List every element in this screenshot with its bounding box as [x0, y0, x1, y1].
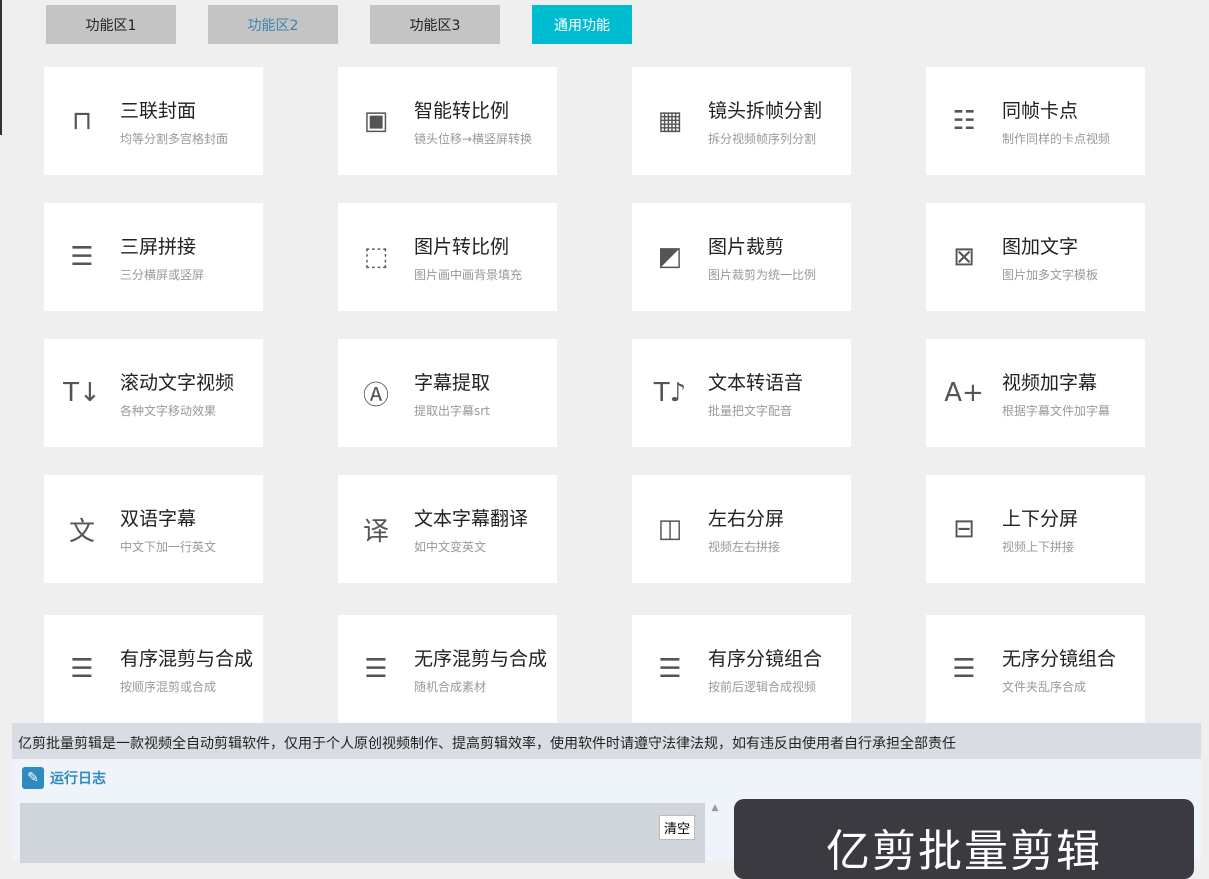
feature-subtitle: 图片加多文字模板 — [1002, 267, 1099, 282]
feature-subtitle: 各种文字移动效果 — [120, 403, 217, 418]
image-ratio-icon: ⬚ — [363, 242, 389, 272]
feature-card[interactable]: ◩ 图片裁剪 图片裁剪为统一比例 — [632, 203, 851, 311]
feature-card[interactable]: ☰ 三屏拼接 三分横屏或竖屏 — [44, 203, 263, 311]
split-tb-icon: ⊟ — [953, 514, 975, 544]
tab-area-1[interactable]: 功能区1 — [46, 5, 176, 44]
feature-subtitle: 视频上下拼接 — [1002, 539, 1075, 554]
window-edge — [0, 0, 2, 135]
feature-subtitle: 拆分视频帧序列分割 — [708, 131, 817, 146]
bilingual-icon: 文 — [68, 516, 95, 547]
subtitle-extract-icon: Ⓐ — [362, 380, 389, 411]
tab-general[interactable]: 通用功能 — [532, 5, 632, 44]
feature-title: 三屏拼接 — [120, 235, 197, 258]
clear-log-button[interactable]: 清空 — [658, 815, 695, 840]
frame-beat-icon: ☷ — [952, 106, 976, 136]
log-textarea[interactable]: 清空 — [20, 803, 705, 863]
three-screen-icon: ☰ — [70, 242, 94, 272]
feature-grid: ⊓ 三联封面 均等分割多宫格封面 ▣ 智能转比例 镜头位移→横竖屏转换 ▦ 镜头拆帧… — [44, 67, 1145, 723]
feature-title: 无序分镜组合 — [1002, 647, 1117, 670]
ordered-list-icon: ☰ — [70, 654, 94, 684]
feature-title: 有序混剪与合成 — [120, 647, 254, 670]
unordered-list-icon: ☰ — [952, 654, 976, 684]
feature-subtitle: 批量把文字配音 — [708, 403, 793, 418]
feature-subtitle: 三分横屏或竖屏 — [120, 267, 205, 282]
add-subtitle-icon: A+ — [944, 378, 984, 408]
brand-banner: 亿剪批量剪辑 — [734, 799, 1194, 879]
feature-title: 字幕提取 — [414, 371, 491, 394]
feature-card[interactable]: ☰ 无序混剪与合成 随机合成素材 — [338, 615, 557, 723]
feature-title: 图片裁剪 — [708, 235, 785, 258]
log-scrollbar[interactable]: ▲ — [709, 803, 721, 863]
log-title: 运行日志 — [50, 771, 106, 787]
feature-subtitle: 图片画中画背景填充 — [414, 267, 523, 282]
feature-subtitle: 镜头位移→横竖屏转换 — [414, 131, 533, 146]
feature-subtitle: 视频左右拼接 — [708, 539, 781, 554]
feature-title: 同帧卡点 — [1002, 99, 1079, 122]
feature-card[interactable]: ▦ 镜头拆帧分割 拆分视频帧序列分割 — [632, 67, 851, 175]
unordered-list-icon: ☰ — [364, 654, 388, 684]
feature-subtitle: 制作同样的卡点视频 — [1002, 131, 1111, 146]
feature-title: 文本转语音 — [708, 371, 804, 394]
feature-title: 图加文字 — [1002, 235, 1079, 258]
feature-subtitle: 如中文变英文 — [414, 539, 487, 554]
feature-title: 上下分屏 — [1002, 507, 1079, 530]
log-header: ✎ 运行日志 — [22, 767, 106, 789]
log-panel: ✎ 运行日志 清空 ▲ 亿剪批量剪辑 — [12, 759, 1201, 879]
text-to-speech-icon: T♪ — [653, 378, 687, 408]
feature-title: 滚动文字视频 — [120, 371, 235, 394]
image-crop-icon: ◩ — [657, 242, 683, 272]
disclaimer-text: 亿剪批量剪辑是一款视频全自动剪辑软件，仅用于个人原创视频制作、提高剪辑效率，使用… — [12, 723, 1201, 759]
feature-card[interactable]: ☷ 同帧卡点 制作同样的卡点视频 — [926, 67, 1145, 175]
feature-card[interactable]: ⊟ 上下分屏 视频上下拼接 — [926, 475, 1145, 583]
feature-card[interactable]: ⬚ 图片转比例 图片画中画背景填充 — [338, 203, 557, 311]
feature-card[interactable]: 文 双语字幕 中文下加一行英文 — [44, 475, 263, 583]
tab-area-2[interactable]: 功能区2 — [208, 5, 338, 44]
feature-card[interactable]: Ⓐ 字幕提取 提取出字幕srt — [338, 339, 557, 447]
feature-card[interactable]: ☰ 无序分镜组合 文件夹乱序合成 — [926, 615, 1145, 723]
feature-title: 三联封面 — [120, 99, 197, 122]
feature-title: 智能转比例 — [414, 99, 510, 122]
feature-card[interactable]: T♪ 文本转语音 批量把文字配音 — [632, 339, 851, 447]
image-text-icon: ⊠ — [953, 242, 975, 272]
feature-title: 镜头拆帧分割 — [708, 99, 823, 122]
film-split-icon: ▦ — [657, 106, 683, 136]
split-lr-icon: ◫ — [657, 514, 683, 544]
feature-card[interactable]: ◫ 左右分屏 视频左右拼接 — [632, 475, 851, 583]
feature-card[interactable]: A+ 视频加字幕 根据字幕文件加字幕 — [926, 339, 1145, 447]
edit-log-icon: ✎ — [22, 767, 44, 789]
feature-subtitle: 文件夹乱序合成 — [1002, 679, 1087, 694]
feature-card[interactable]: ☰ 有序分镜组合 按前后逻辑合成视频 — [632, 615, 851, 723]
translate-icon: 译 — [362, 516, 389, 547]
feature-subtitle: 根据字幕文件加字幕 — [1002, 403, 1111, 418]
smart-ratio-icon: ▣ — [363, 106, 389, 136]
feature-subtitle: 按顺序混剪或合成 — [120, 679, 217, 694]
feature-card[interactable]: T↓ 滚动文字视频 各种文字移动效果 — [44, 339, 263, 447]
feature-subtitle: 按前后逻辑合成视频 — [708, 679, 817, 694]
tab-area-3[interactable]: 功能区3 — [370, 5, 500, 44]
feature-title: 图片转比例 — [414, 235, 510, 258]
feature-card[interactable]: ⊓ 三联封面 均等分割多宫格封面 — [44, 67, 263, 175]
feature-title: 有序分镜组合 — [708, 647, 823, 670]
feature-title: 文本字幕翻译 — [414, 507, 529, 530]
feature-title: 双语字幕 — [120, 507, 197, 530]
feature-title: 视频加字幕 — [1002, 371, 1098, 394]
feature-subtitle: 提取出字幕srt — [414, 403, 490, 418]
feature-title: 左右分屏 — [708, 507, 785, 530]
feature-subtitle: 均等分割多宫格封面 — [120, 131, 229, 146]
scroll-text-icon: T↓ — [63, 378, 101, 408]
feature-subtitle: 图片裁剪为统一比例 — [708, 267, 817, 282]
feature-card[interactable]: 译 文本字幕翻译 如中文变英文 — [338, 475, 557, 583]
feature-card[interactable]: ☰ 有序混剪与合成 按顺序混剪或合成 — [44, 615, 263, 723]
feature-subtitle: 中文下加一行英文 — [120, 539, 217, 554]
feature-subtitle: 随机合成素材 — [414, 679, 487, 694]
triple-cover-icon: ⊓ — [71, 106, 93, 136]
feature-card[interactable]: ⊠ 图加文字 图片加多文字模板 — [926, 203, 1145, 311]
feature-title: 无序混剪与合成 — [414, 647, 548, 670]
tab-bar: 功能区1 功能区2 功能区3 通用功能 — [46, 5, 664, 44]
ordered-list-icon: ☰ — [658, 654, 682, 684]
feature-card[interactable]: ▣ 智能转比例 镜头位移→横竖屏转换 — [338, 67, 557, 175]
